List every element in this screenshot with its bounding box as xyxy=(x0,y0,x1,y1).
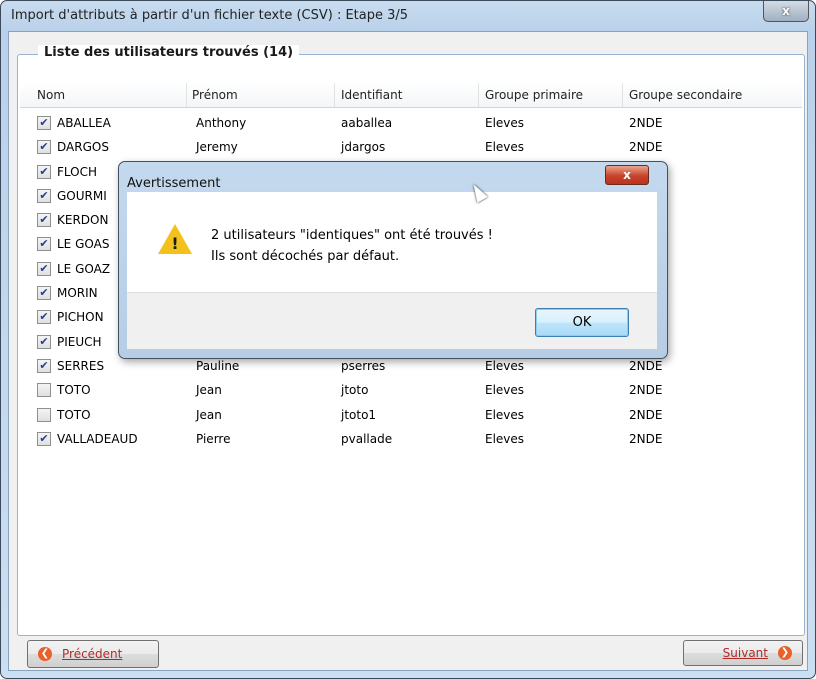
column-header-identifiant[interactable]: Identifiant xyxy=(341,88,402,102)
cell-nom: KERDON xyxy=(57,213,109,228)
dialog-footer: OK xyxy=(127,292,657,349)
cell-groupe-primaire: Eleves xyxy=(485,407,525,422)
row-checkbox[interactable] xyxy=(37,358,51,373)
cell-groupe-secondaire: 2NDE xyxy=(629,407,663,422)
cell-identifiant: jdargos xyxy=(341,140,386,155)
previous-button-label: Précédent xyxy=(62,647,123,661)
table-row[interactable]: VALLADEAUD Pierre pvallade Eleves 2NDE xyxy=(20,428,802,452)
cell-nom: PIEUCH xyxy=(57,334,102,349)
dialog-title: Avertissement xyxy=(127,176,221,191)
cell-prenom: Pierre xyxy=(196,431,231,446)
next-button[interactable]: Suivant ❯ xyxy=(683,640,803,666)
cell-nom: LE GOAZ xyxy=(57,261,111,276)
table-row[interactable]: TOTO Jean jtoto1 Eleves 2NDE xyxy=(20,404,802,428)
cell-nom: LE GOAS xyxy=(57,237,110,252)
cell-prenom: Jean xyxy=(196,407,222,422)
row-checkbox[interactable] xyxy=(37,213,51,228)
cell-identifiant: jtoto xyxy=(341,383,369,398)
cell-prenom: Pauline xyxy=(196,358,240,373)
table-row[interactable]: DARGOS Jeremy jdargos Eleves 2NDE xyxy=(20,136,802,160)
column-header-nom[interactable]: Nom xyxy=(37,88,65,102)
ok-button[interactable]: OK xyxy=(535,308,629,337)
cell-identifiant: pvallade xyxy=(341,431,393,446)
row-checkbox[interactable] xyxy=(37,164,51,179)
dialog-message-line2: Ils sont décochés par défaut. xyxy=(211,249,400,264)
cell-nom: TOTO xyxy=(57,383,91,398)
dialog-body: ! 2 utilisateurs "identiques" ont été tr… xyxy=(127,192,657,292)
row-checkbox[interactable] xyxy=(37,261,51,276)
column-header-groupe-primaire[interactable]: Groupe primaire xyxy=(485,88,583,102)
row-checkbox[interactable] xyxy=(37,116,51,130)
cell-nom: FLOCH xyxy=(57,164,98,179)
column-header-prenom[interactable]: Prénom xyxy=(192,88,238,102)
cell-nom: DARGOS xyxy=(57,140,109,155)
arrow-left-icon: ❮ xyxy=(38,647,52,661)
next-button-label: Suivant xyxy=(722,646,768,660)
row-checkbox[interactable] xyxy=(37,383,51,398)
cell-prenom: Anthony xyxy=(196,116,247,130)
cell-groupe-primaire: Eleves xyxy=(485,358,525,373)
cell-prenom: Jean xyxy=(196,383,222,398)
cell-identifiant: aaballea xyxy=(341,116,393,130)
arrow-right-icon: ❯ xyxy=(778,646,792,660)
cell-nom: MORIN xyxy=(57,286,98,301)
row-checkbox[interactable] xyxy=(37,188,51,203)
cell-groupe-secondaire: 2NDE xyxy=(629,358,663,373)
dialog-message-line1: 2 utilisateurs "identiques" ont été trou… xyxy=(211,228,493,243)
cell-groupe-primaire: Eleves xyxy=(485,116,525,130)
row-checkbox[interactable] xyxy=(37,237,51,252)
cell-identifiant: jtoto1 xyxy=(341,407,377,422)
column-separator[interactable] xyxy=(334,83,335,107)
previous-button[interactable]: ❮ Précédent xyxy=(27,640,159,668)
window-title: Import d'attributs à partir d'un fichier… xyxy=(11,8,409,23)
list-header: Nom Prénom Identifiant Groupe primaire G… xyxy=(20,83,802,108)
cell-groupe-secondaire: 2NDE xyxy=(629,140,663,155)
cell-nom: TOTO xyxy=(57,407,91,422)
dialog-close-button[interactable]: x xyxy=(605,165,649,185)
cell-groupe-secondaire: 2NDE xyxy=(629,431,663,446)
cell-nom: GOURMI xyxy=(57,188,107,203)
row-checkbox[interactable] xyxy=(37,140,51,155)
warning-dialog: Avertissement x ! 2 utilisateurs "identi… xyxy=(118,161,668,359)
row-checkbox[interactable] xyxy=(37,334,51,349)
row-checkbox[interactable] xyxy=(37,431,51,446)
cell-nom: PICHON xyxy=(57,310,104,325)
cell-groupe-primaire: Eleves xyxy=(485,383,525,398)
cell-groupe-secondaire: 2NDE xyxy=(629,383,663,398)
cell-nom: VALLADEAUD xyxy=(57,431,138,446)
warning-icon-mark: ! xyxy=(171,234,179,253)
window-close-button[interactable]: x xyxy=(763,1,809,22)
cell-groupe-primaire: Eleves xyxy=(485,431,525,446)
column-separator[interactable] xyxy=(478,83,479,107)
row-checkbox[interactable] xyxy=(37,310,51,325)
cell-identifiant: pserres xyxy=(341,358,386,373)
table-row[interactable]: TOTO Jean jtoto Eleves 2NDE xyxy=(20,379,802,403)
cell-groupe-primaire: Eleves xyxy=(485,140,525,155)
cell-nom: SERRES xyxy=(57,358,105,373)
cell-groupe-secondaire: 2NDE xyxy=(629,116,663,130)
cell-nom: ABALLEA xyxy=(57,116,111,130)
column-separator[interactable] xyxy=(186,83,187,107)
cell-prenom: Jeremy xyxy=(196,140,238,155)
column-header-groupe-secondaire[interactable]: Groupe secondaire xyxy=(629,88,742,102)
group-title: Liste des utilisateurs trouvés (14) xyxy=(38,45,300,60)
row-checkbox[interactable] xyxy=(37,407,51,422)
table-row[interactable]: ABALLEA Anthony aaballea Eleves 2NDE xyxy=(20,112,802,136)
row-checkbox[interactable] xyxy=(37,286,51,301)
column-separator[interactable] xyxy=(622,83,623,107)
